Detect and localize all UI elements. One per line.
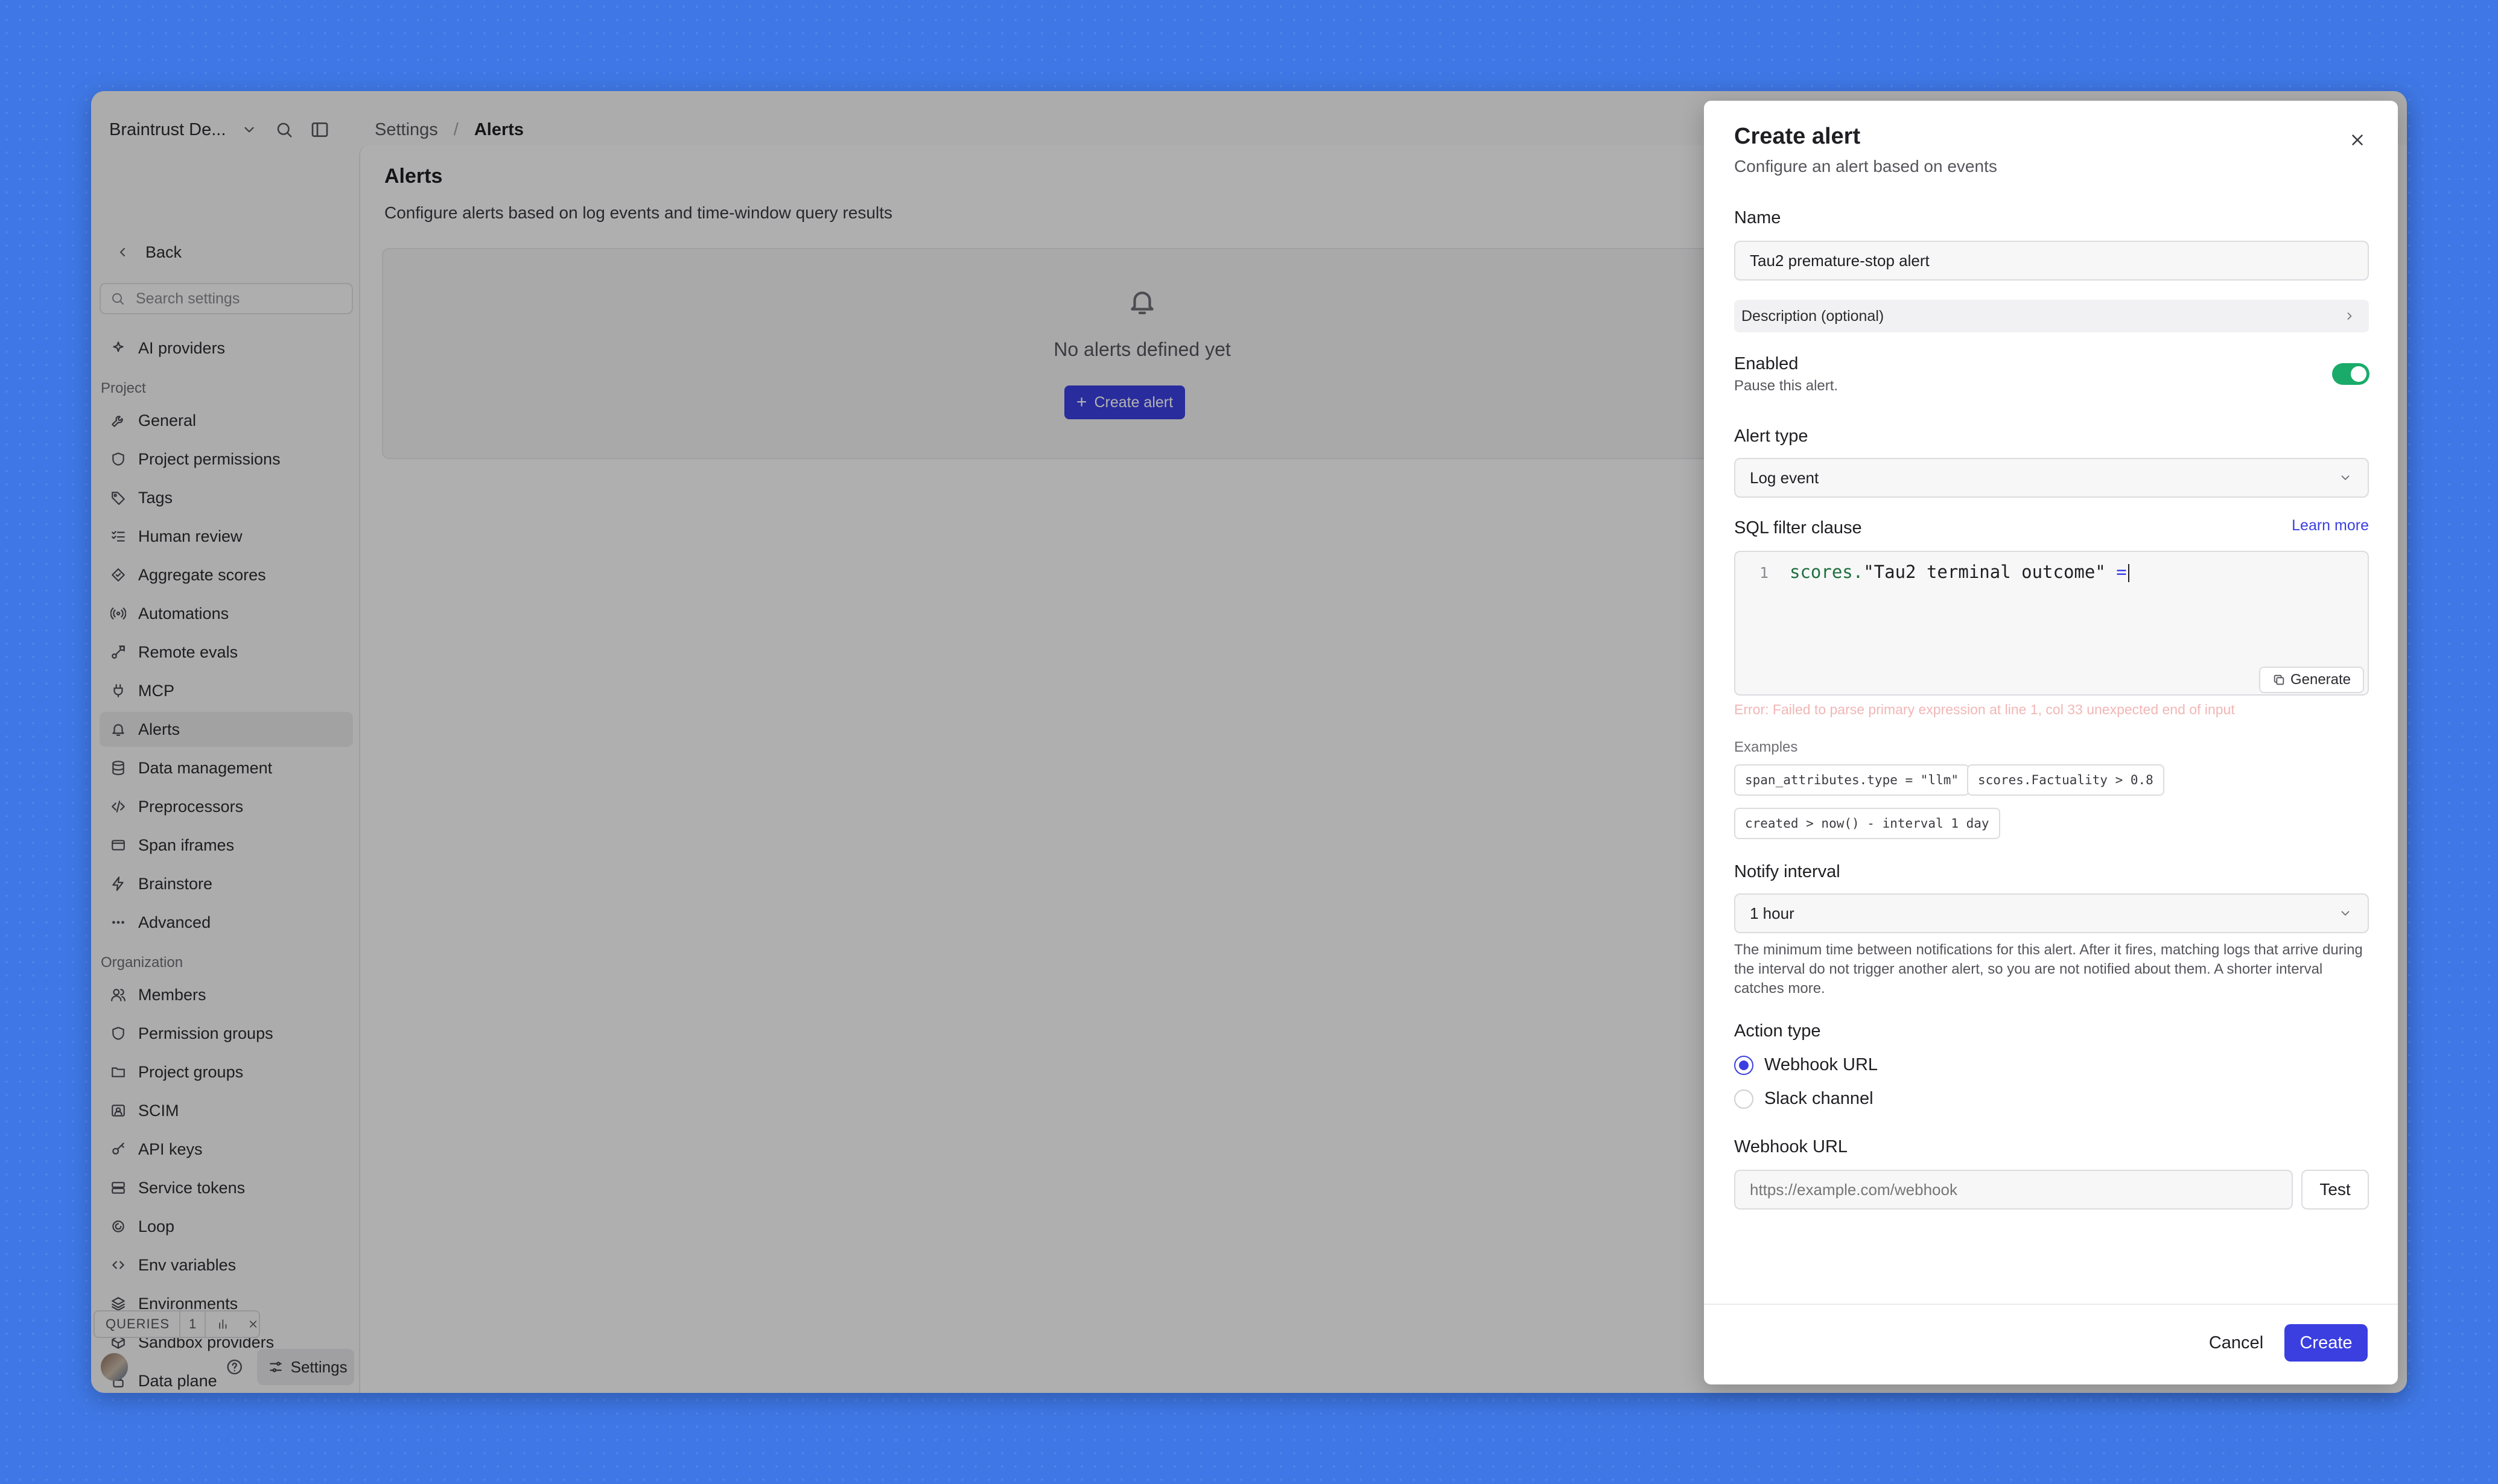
- notify-interval-label: Notify interval: [1734, 862, 1840, 881]
- code-token-field: scores.: [1790, 562, 1864, 582]
- generate-icon: [2274, 674, 2284, 685]
- name-label: Name: [1734, 208, 1781, 227]
- generate-label: Generate: [2290, 671, 2351, 688]
- learn-more-link[interactable]: Learn more: [2292, 517, 2369, 534]
- cancel-button[interactable]: Cancel: [2200, 1324, 2272, 1362]
- dialog-subtitle: Configure an alert based on events: [1734, 157, 1997, 176]
- sql-editor[interactable]: 1 scores."Tau2 terminal outcome" = Gener…: [1734, 551, 2369, 696]
- code-token-operator: =: [2105, 562, 2127, 582]
- alert-type-value: Log event: [1750, 468, 1819, 487]
- generate-button[interactable]: Generate: [2259, 667, 2364, 693]
- text-caret: [2128, 564, 2129, 582]
- line-number: 1: [1759, 564, 1769, 582]
- example-chip[interactable]: span_attributes.type = "llm": [1734, 764, 1970, 796]
- notify-interval-select[interactable]: 1 hour: [1734, 893, 2369, 933]
- action-type-label: Action type: [1734, 1021, 1821, 1041]
- dialog-footer: Cancel Create: [1704, 1304, 2398, 1384]
- example-chip[interactable]: created > now() - interval 1 day: [1734, 808, 2000, 839]
- notify-interval-hint: The minimum time between notifications f…: [1734, 942, 2363, 997]
- description-label: Description (optional): [1741, 307, 1884, 325]
- alert-type-label: Alert type: [1734, 426, 1808, 446]
- create-alert-dialog: Create alert Configure an alert based on…: [1704, 101, 2398, 1384]
- radio-button-selected[interactable]: [1734, 1055, 1753, 1075]
- radio-slack-channel[interactable]: Slack channel: [1734, 1089, 1874, 1109]
- radio-label: Slack channel: [1764, 1089, 1874, 1108]
- name-input[interactable]: [1734, 241, 2369, 281]
- sql-error-text: Error: Failed to parse primary expressio…: [1734, 702, 2235, 717]
- description-toggle[interactable]: Description (optional): [1734, 300, 2369, 332]
- code-token-string: "Tau2 terminal outcome": [1863, 562, 2106, 582]
- example-chip[interactable]: scores.Factuality > 0.8: [1967, 764, 2164, 796]
- create-button[interactable]: Create: [2284, 1324, 2368, 1362]
- webhook-url-input[interactable]: [1734, 1170, 2293, 1210]
- enabled-label: Enabled: [1734, 354, 1799, 373]
- sql-filter-label: SQL filter clause: [1734, 518, 1862, 537]
- radio-label: Webhook URL: [1764, 1055, 1878, 1074]
- close-icon[interactable]: [2348, 131, 2366, 149]
- enabled-hint: Pause this alert.: [1734, 378, 1839, 394]
- radio-button[interactable]: [1734, 1089, 1753, 1109]
- dialog-title: Create alert: [1734, 124, 1861, 149]
- notify-interval-value: 1 hour: [1750, 904, 1794, 922]
- chevron-down-icon: [2341, 475, 2350, 480]
- examples-label: Examples: [1734, 739, 1798, 755]
- code-line[interactable]: scores."Tau2 terminal outcome" =: [1790, 562, 2129, 582]
- alert-type-select[interactable]: Log event: [1734, 458, 2369, 498]
- radio-webhook-url[interactable]: Webhook URL: [1734, 1055, 1878, 1075]
- enabled-toggle[interactable]: [2332, 363, 2369, 385]
- webhook-url-label: Webhook URL: [1734, 1137, 1848, 1156]
- chevron-down-icon: [2341, 911, 2350, 916]
- test-button[interactable]: Test: [2301, 1170, 2369, 1210]
- chevron-right-icon: [2347, 312, 2352, 320]
